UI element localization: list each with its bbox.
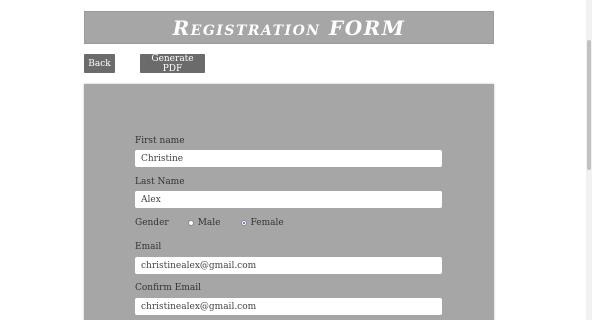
gender-row: Gender Male Female bbox=[135, 216, 284, 230]
page-title: Registration FORM bbox=[172, 15, 406, 40]
last-name-input[interactable]: Alex bbox=[135, 191, 442, 208]
gender-female-radio[interactable] bbox=[240, 220, 247, 226]
first-name-label: First name bbox=[135, 136, 185, 146]
scrollbar-thumb[interactable] bbox=[587, 40, 591, 170]
registration-form: First name Christine Last Name Alex Gend… bbox=[84, 84, 494, 320]
confirm-email-label: Confirm Email bbox=[135, 283, 202, 293]
title-banner: Registration FORM bbox=[84, 11, 494, 44]
confirm-email-value: christinealex@gmail.com bbox=[141, 301, 257, 312]
email-input[interactable]: christinealex@gmail.com bbox=[135, 257, 442, 274]
last-name-label: Last Name bbox=[135, 177, 185, 187]
gender-label: Gender bbox=[135, 218, 169, 228]
page: Registration FORM Back Generate PDF Firs… bbox=[0, 0, 592, 320]
email-value: christinealex@gmail.com bbox=[141, 260, 257, 271]
first-name-input[interactable]: Christine bbox=[135, 150, 442, 167]
first-name-value: Christine bbox=[141, 153, 184, 164]
gender-male-radio[interactable] bbox=[187, 220, 194, 226]
last-name-value: Alex bbox=[141, 194, 161, 205]
generate-pdf-button[interactable]: Generate PDF bbox=[140, 54, 205, 74]
gender-female-label: Female bbox=[250, 218, 284, 228]
email-label: Email bbox=[135, 242, 162, 252]
confirm-email-input[interactable]: christinealex@gmail.com bbox=[135, 298, 442, 315]
back-button[interactable]: Back bbox=[84, 54, 115, 73]
gender-male-label: Male bbox=[197, 218, 221, 228]
